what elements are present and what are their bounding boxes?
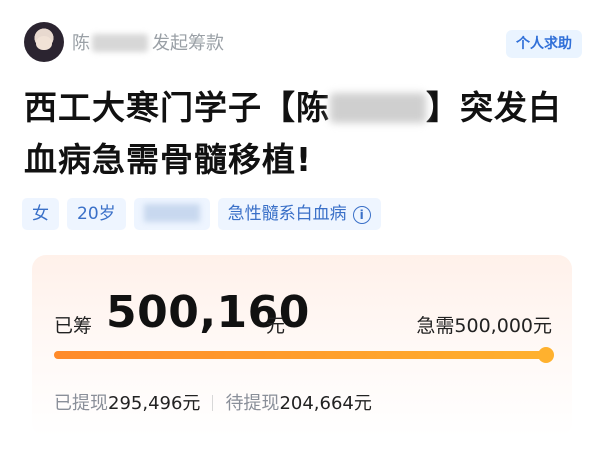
progress-knob <box>538 347 554 363</box>
divider <box>212 395 214 411</box>
organizer-line: 陈 发起筹款 <box>72 32 224 56</box>
funding-card: 已筹 500,160 元 急需500,000元 已提现295,496元 待提现20… <box>32 255 572 437</box>
pending-value: 204,664元 <box>279 393 372 414</box>
pending-label: 待提现 <box>225 393 280 414</box>
header: 陈 发起筹款 个人求助 <box>24 22 582 68</box>
blurred-title-name <box>330 93 426 123</box>
disease-label: 急性髓系白血病 <box>227 204 347 224</box>
info-icon[interactable]: i <box>352 206 371 224</box>
withdrawn-label: 已提现 <box>54 393 108 414</box>
blurred-tag <box>133 198 210 230</box>
organizer-name[interactable]: 陈 <box>72 33 90 54</box>
title-part1: 西工大寒门学子【陈 <box>24 88 330 127</box>
gender-tag: 女 <box>22 198 59 230</box>
raised-unit: 元 <box>266 315 286 337</box>
help-type-badge: 个人求助 <box>506 30 582 58</box>
goal-amount: 急需500,000元 <box>416 315 552 337</box>
campaign-title: 西工大寒门学子【陈 】突发白血病急需骨髓移植! <box>24 82 584 186</box>
progress-bar <box>54 347 554 363</box>
organizer-action: 发起筹款 <box>152 33 224 54</box>
blurred-name <box>92 34 148 52</box>
patient-tags: 女 20岁 急性髓系白血病 i <box>22 198 381 230</box>
disease-tag[interactable]: 急性髓系白血病 i <box>217 198 381 230</box>
progress-fill <box>54 351 550 359</box>
withdrawn-value: 295,496元 <box>108 393 201 414</box>
age-tag: 20岁 <box>67 198 126 230</box>
raised-label: 已筹 <box>54 315 93 337</box>
withdraw-info: 已提现295,496元 待提现204,664元 <box>54 389 372 415</box>
avatar[interactable] <box>24 22 64 62</box>
